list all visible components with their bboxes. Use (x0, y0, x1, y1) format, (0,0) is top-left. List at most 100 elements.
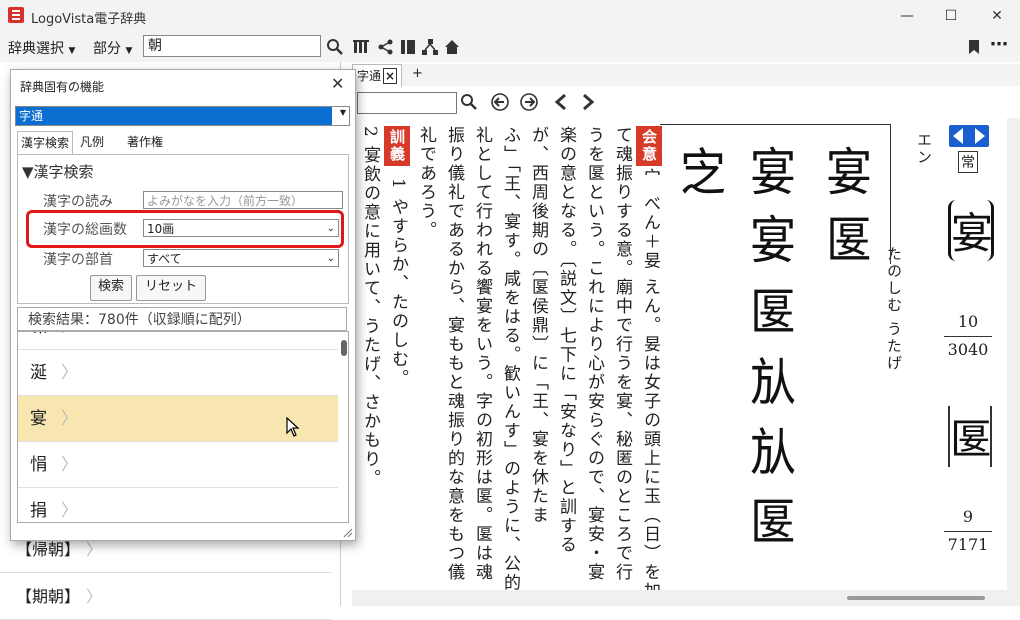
fraction-line (944, 336, 992, 337)
columns-icon[interactable] (399, 38, 417, 56)
forward-arrow-icon[interactable] (579, 93, 597, 111)
jouyou-badge: 常 (958, 151, 978, 173)
next-circle-icon[interactable] (520, 93, 538, 111)
radical-label: 漢字の部首 (43, 252, 113, 268)
close-tab-icon[interactable]: × (383, 68, 398, 84)
more-options-icon[interactable]: ⋯ (990, 34, 1008, 55)
library-icon[interactable] (352, 38, 370, 56)
kaii-label: 会意 (636, 126, 662, 166)
chevron-right-icon: 〉 (61, 363, 78, 383)
results-header: 検索結果：780件（収録順に配列） (17, 307, 347, 331)
entry-number: 3040 (947, 340, 989, 359)
reset-button[interactable]: リセット (136, 275, 206, 301)
ancient-glyph: 宴 (750, 210, 796, 270)
home-icon[interactable] (443, 38, 461, 56)
radical-select[interactable]: すべて ⌄ (143, 249, 339, 267)
ancient-glyph: 㝎 (680, 142, 726, 202)
strokes-select[interactable]: 10画 ⌄ (143, 219, 339, 237)
kanji-search-panel: ▼漢字検索 漢字の読み よみがなを入力（前方一致） 漢字の総画数 10画 ⌄ 漢字… (17, 154, 349, 304)
back-arrow-icon[interactable] (552, 93, 570, 111)
strokes-value: 10画 (147, 222, 175, 236)
vertical-scrollbar[interactable] (1007, 118, 1020, 606)
dict-select-menu[interactable]: 辞典選択 ▼ (8, 38, 75, 58)
body-col-5: が、西周後期の〔匽侯鼎〕に「王、宴を休たま (528, 126, 548, 525)
result-label: 悁 (30, 455, 47, 475)
dict-select-label: 辞典選択 (8, 41, 64, 57)
search-icon[interactable] (326, 38, 344, 56)
resize-grip-icon[interactable] (343, 528, 353, 538)
previous-circle-icon[interactable] (491, 93, 509, 111)
fraction-line (944, 531, 992, 532)
find-in-page-input[interactable] (357, 92, 457, 114)
kungi-item-1: 1 やすらか、たのしむ。 (388, 178, 408, 389)
tab-legend[interactable]: 凡例 (77, 131, 107, 153)
body-col-6: ふ」「王、宴す。咸をはる。歓いんす」のように、公的儀 (500, 126, 520, 590)
chevron-right-icon: 〉 (61, 409, 78, 429)
kaii-badge: 会意 (636, 126, 662, 166)
result-item[interactable]: 凍〉 (18, 332, 338, 350)
dictionary-select[interactable]: 字通 ▼ (15, 106, 350, 126)
ancient-glyph: 宴 (826, 142, 872, 202)
results-list: 凍〉 涎〉 宴〉 悁〉 捐〉 (17, 331, 349, 523)
add-tab-button[interactable]: + (412, 66, 423, 81)
result-item[interactable]: 悁〉 (18, 442, 338, 488)
stroke-count: 10 (957, 312, 979, 331)
body-col-3: うを匽という。これにより心が安らぐので、宴安・宴 (584, 126, 604, 582)
dialog-close-button[interactable]: ✕ (331, 74, 344, 93)
caret-down-icon: ▼ (68, 46, 76, 56)
tab-label: 字通 (357, 69, 382, 83)
result-label: 涎 (30, 363, 47, 383)
bookmark-icon[interactable] (965, 38, 983, 56)
body-col-9: 礼であろう。 (416, 126, 436, 240)
title-bar: LogoVista電子辞典 — ☐ ✕ (0, 0, 1020, 32)
app-logo-icon (8, 7, 24, 23)
result-item[interactable]: 涎〉 (18, 350, 338, 396)
kungi-item-2: 2 宴飲の意に用いて、うたげ、さかもり。 (360, 126, 380, 489)
entry-content: 2 宴飲の意に用いて、うたげ、さかもり。 1 やすらか、たのしむ。 訓義 礼であ… (352, 120, 1007, 590)
reading-kun: たのしむ うたげ (885, 246, 903, 372)
result-item[interactable]: 捐〉 (18, 488, 338, 522)
share-icon[interactable] (377, 38, 395, 56)
close-window-button[interactable]: ✕ (974, 0, 1020, 32)
section-title[interactable]: ▼漢字検索 (22, 161, 94, 182)
tree-icon[interactable] (421, 38, 439, 56)
result-label: 捐 (30, 501, 47, 521)
tab-jitsu[interactable]: 字通 × (352, 64, 403, 87)
body-col-2: て魂振りする意。廟中で行うを宴、秘匿のところで行 (612, 126, 632, 582)
caret-down-icon: ▼ (125, 46, 133, 56)
body-col-8: 振り儀礼であるから、宴ももと魂振り的な意をもつ儀 (444, 126, 464, 582)
mouse-cursor-icon (286, 417, 300, 437)
prev-next-entry-icon[interactable] (949, 125, 989, 147)
part-menu[interactable]: 部分 ▼ (93, 38, 132, 58)
minimize-button[interactable]: — (884, 0, 930, 32)
search-button[interactable]: 検索 (90, 275, 132, 301)
result-label: 宴 (30, 409, 47, 429)
dictionary-functions-dialog: 辞典固有の機能 ✕ 字通 ▼ 漢字検索 凡例 著作権 ▼漢字検索 漢字の読み よ… (10, 69, 356, 541)
strokes-label: 漢字の総画数 (43, 222, 127, 238)
ancient-glyph: 㫃 (750, 422, 796, 482)
find-icon[interactable] (460, 93, 478, 111)
results-scroll-thumb[interactable] (341, 340, 347, 356)
list-item-label: 【帰朝】 (16, 540, 73, 559)
list-item[interactable]: 【期朝】〉 (0, 574, 332, 620)
tab-kanji-search[interactable]: 漢字検索 (17, 131, 74, 154)
chevron-right-icon: 〉 (61, 501, 78, 521)
radical-value: すべて (147, 252, 182, 266)
chevron-down-icon: ⌄ (326, 253, 335, 264)
ancient-glyph: 宴 (750, 142, 796, 202)
reading-label: 漢字の読み (43, 194, 113, 210)
part-label: 部分 (93, 41, 121, 57)
variant-kanji: 匽 (948, 406, 992, 467)
maximize-button[interactable]: ☐ (928, 0, 974, 32)
reading-input[interactable]: よみがなを入力（前方一致） (143, 191, 343, 209)
kungi-badge: 訓義 (384, 126, 410, 166)
scrollbar-thumb[interactable] (847, 596, 985, 600)
tab-copyright[interactable]: 著作権 (124, 131, 166, 153)
list-item-label: 【期朝】 (16, 587, 73, 606)
chevron-right-icon: 〉 (61, 455, 78, 475)
search-input[interactable]: 朝 (143, 35, 321, 57)
divider (660, 124, 890, 125)
chevron-right-icon: 〉 (86, 540, 103, 559)
ancient-glyph: 匽 (826, 210, 872, 270)
stroke-count: 9 (962, 507, 974, 526)
